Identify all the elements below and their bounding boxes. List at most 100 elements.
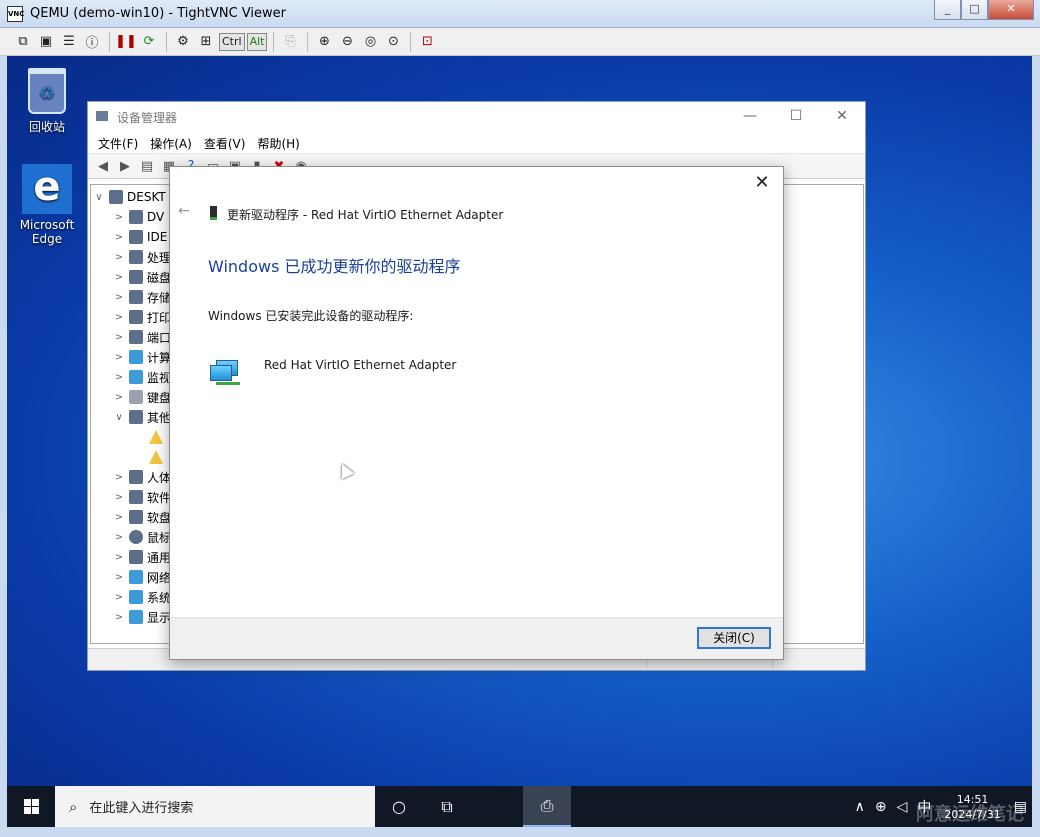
dm-maximize-button[interactable]: ☐ [773,102,819,130]
minimize-button[interactable]: _ [934,0,961,20]
back-arrow-icon[interactable]: ◀ [92,156,114,176]
device-name: Red Hat VirtIO Ethernet Adapter [264,358,457,372]
zoom-fit-icon[interactable]: ⊙ [382,31,404,53]
tree-item[interactable]: > 监视 [113,367,171,387]
connection-info-icon[interactable]: ⓘ [81,31,103,53]
tray-overflow-button[interactable]: ∧ [850,799,870,815]
chevron-right-icon[interactable]: > [113,232,125,243]
volume-muted-icon[interactable]: ◁ [892,799,913,815]
tree-item[interactable]: > 人体 [113,467,171,487]
chevron-right-icon[interactable]: > [113,492,125,503]
windows-logo-icon [23,799,39,814]
toolbar-divider [410,31,412,52]
chevron-right-icon[interactable]: > [113,572,125,583]
tree-item[interactable]: > DV [113,207,164,227]
chevron-right-icon[interactable]: > [113,372,125,383]
tree-item[interactable]: > 计算 [113,347,171,367]
tree-item[interactable]: > 显示 [113,607,171,627]
network-globe-icon[interactable]: ⊕ [870,799,892,815]
chevron-down-icon[interactable]: ∨ [93,192,105,203]
taskbar-search[interactable]: ⌕ 在此键入进行搜索 [55,786,375,827]
cortana-button[interactable]: ○ [375,786,423,827]
chevron-right-icon[interactable]: > [113,592,125,603]
menu-help[interactable]: 帮助(H) [251,130,305,153]
chevron-right-icon[interactable]: > [113,472,125,483]
new-connection-icon[interactable]: ⧉ [12,31,34,53]
chevron-right-icon[interactable]: > [113,612,125,623]
dialog-header: 更新驱动程序 - Red Hat VirtIO Ethernet Adapter [227,208,504,222]
dvd-drive-icon [129,210,143,224]
chevron-right-icon[interactable]: > [113,552,125,563]
close-dialog-button[interactable]: 关闭(C) [697,627,771,649]
tree-item-label: 端口 [147,330,172,345]
search-placeholder: 在此键入进行搜索 [89,801,194,816]
tree-item[interactable]: > 软件 [113,487,171,507]
dm-close-button[interactable]: ✕ [819,102,865,130]
chevron-right-icon[interactable]: > [113,312,125,323]
chevron-right-icon[interactable]: > [113,332,125,343]
tree-item[interactable]: > 端口 [113,327,171,347]
chevron-right-icon[interactable]: > [113,352,125,363]
tree-item[interactable]: > 键盘 [113,387,171,407]
task-view-button[interactable]: ⧉ [423,786,471,827]
save-icon[interactable]: ▣ [35,31,57,53]
tree-item-label: DESKT [127,190,166,204]
forward-arrow-icon[interactable]: ▶ [114,156,136,176]
tree-item[interactable]: > 鼠标 [113,527,171,547]
driver-icon [210,206,217,220]
menu-action[interactable]: 操作(A) [144,130,198,153]
close-button[interactable]: ✕ [988,0,1034,20]
dm-minimize-button[interactable]: — [727,102,773,130]
chevron-down-icon[interactable]: ∨ [113,412,125,423]
tree-item[interactable]: > 软盘 [113,507,171,527]
chevron-right-icon[interactable]: > [113,272,125,283]
file-transfer-icon[interactable]: ⎘ [279,31,301,53]
desktop-icon-recycle-bin[interactable]: ♻ 回收站 [12,68,82,135]
tree-item[interactable]: > 打印 [113,307,171,327]
back-arrow-icon[interactable]: ← [178,203,190,219]
fullscreen-icon[interactable]: ⊡ [416,31,438,53]
dialog-close-button[interactable]: ✕ [749,171,775,195]
network-adapter-icon [210,360,240,386]
tree-item[interactable]: > IDE [113,227,167,247]
chevron-right-icon[interactable]: > [113,392,125,403]
tree-item[interactable]: ∨ 其他 [113,407,171,427]
tree-item[interactable]: > 系统 [113,587,171,607]
chevron-right-icon[interactable]: > [113,532,125,543]
chevron-right-icon[interactable]: > [113,252,125,263]
zoom-in-icon[interactable]: ⊕ [313,31,335,53]
properties-icon[interactable]: ▤ [136,156,158,176]
ctrl-key-button[interactable]: Ctrl [219,32,245,51]
pause-icon[interactable]: ❚❚ [115,31,137,53]
tree-item[interactable]: > 存储 [113,287,171,307]
tree-item[interactable]: > 磁盘 [113,267,171,287]
desktop-icon-edge[interactable]: e Microsoft Edge [12,164,82,246]
tree-item[interactable]: > 网络 [113,567,171,587]
dm-menubar: 文件(F) 操作(A) 查看(V) 帮助(H) [88,130,865,154]
tree-item[interactable]: ∨ DESKT [93,187,166,207]
zoom-out-icon[interactable]: ⊖ [336,31,358,53]
dialog-heading: Windows 已成功更新你的驱动程序 [208,257,461,276]
options-icon[interactable]: ☰ [58,31,80,53]
device-manager-taskbar-button[interactable]: ⎙ [523,786,571,827]
tree-item[interactable]: > 处理 [113,247,171,267]
chevron-right-icon[interactable]: > [113,512,125,523]
adapter-screen-front [210,365,232,381]
chevron-right-icon[interactable]: > [113,292,125,303]
start-button[interactable] [7,786,55,827]
print-queue-icon [129,310,143,324]
menu-view[interactable]: 查看(V) [198,130,252,153]
tree-item[interactable]: > 通用 [113,547,171,567]
alt-key-button[interactable]: Alt [246,32,268,51]
ctrl-esc-icon[interactable]: ⊞ [195,31,217,53]
menu-file[interactable]: 文件(F) [92,130,144,153]
tree-item[interactable] [133,427,167,447]
refresh-icon[interactable]: ⟳ [138,31,160,53]
zoom-100-icon[interactable]: ◎ [359,31,381,53]
maximize-button[interactable]: □ [961,0,988,20]
tree-item[interactable] [133,447,167,467]
ctrl-alt-del-icon[interactable]: ⚙ [172,31,194,53]
search-icon: ⌕ [69,797,78,816]
remote-desktop[interactable]: ♻ 回收站 e Microsoft Edge 设备管理器 — ☐ ✕ 文件(F)… [7,56,1032,786]
chevron-right-icon[interactable]: > [113,212,125,223]
